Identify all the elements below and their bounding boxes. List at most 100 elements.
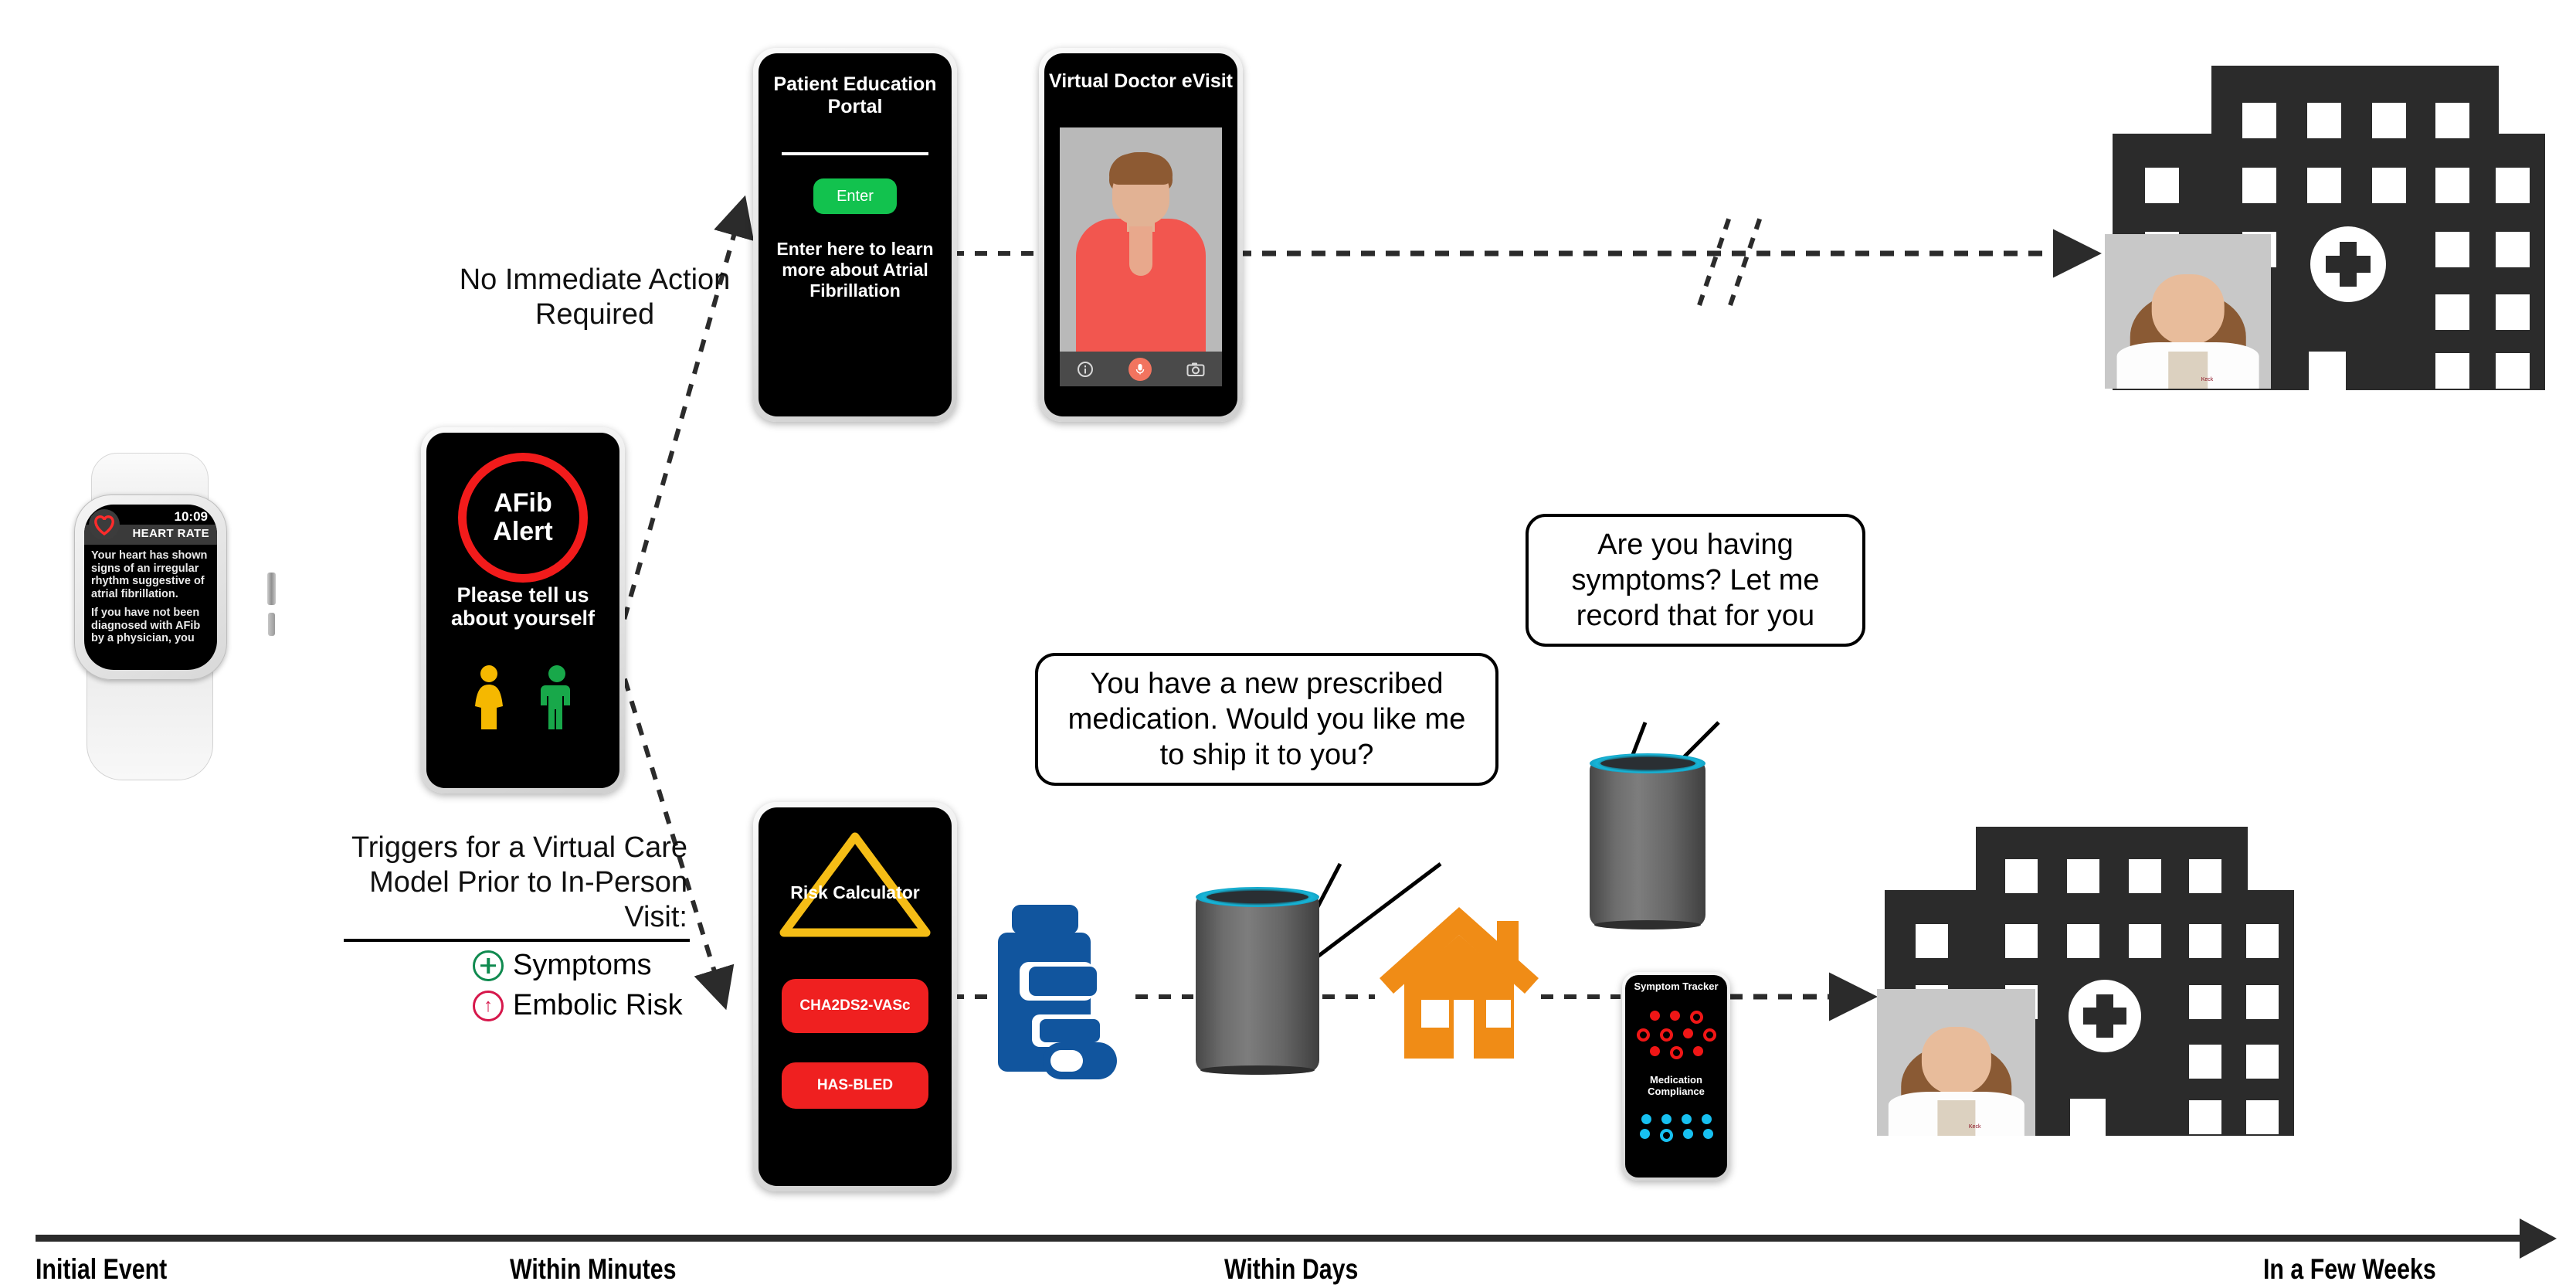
medical-cross-icon	[2069, 980, 2141, 1052]
phone-notch	[820, 807, 890, 820]
phone-notch	[820, 53, 890, 66]
trigger-symptoms-item: Symptoms	[473, 949, 651, 982]
smart-speaker-icon-2	[1590, 753, 1705, 929]
has-bled-button[interactable]: HAS-BLED	[782, 1062, 928, 1109]
warning-triangle-icon: Risk Calculator	[779, 831, 931, 939]
hospital-window	[2307, 168, 2341, 203]
evisit-title: Virtual Doctor eVisit	[1048, 70, 1234, 92]
hospital-window	[2242, 168, 2276, 203]
symptom-dot	[1689, 1011, 1703, 1024]
medication-dot	[1661, 1114, 1672, 1124]
timeline-label-within-days: Within Days	[1224, 1253, 1359, 1285]
hospital-building-icon-bottom: Keck	[1877, 827, 2294, 1136]
hospital-window	[2067, 924, 2099, 958]
watch-message-line-1: Your heart has shown signs of an irregul…	[91, 549, 208, 600]
timeline-label-initial-event: Initial Event	[36, 1253, 168, 1285]
hospital-window	[2129, 859, 2161, 893]
speech-bubble-symptoms: Are you having symptoms? Let me record t…	[1526, 514, 1865, 647]
hospital-window	[2372, 103, 2406, 138]
camera-icon[interactable]	[1186, 362, 1205, 377]
medication-dot	[1639, 1129, 1650, 1139]
dot-row	[1625, 1011, 1727, 1024]
risk-calculator-label: Risk Calculator	[790, 882, 920, 902]
phone-notch	[488, 433, 558, 445]
doctor-portrait-top: Keck	[2105, 234, 2271, 389]
watch-crown-icon[interactable]	[267, 573, 276, 605]
symptom-dot	[1682, 1028, 1693, 1038]
hospital-window	[2496, 168, 2530, 203]
timeline-axis	[36, 1235, 2530, 1242]
watch-message: Your heart has shown signs of an irregul…	[91, 549, 212, 651]
symptom-dot	[1649, 1046, 1660, 1056]
patient-education-portal-phone: Patient Education Portal Enter Enter her…	[753, 48, 957, 422]
watch-message-line-2: If you have not been diagnosed with AFib…	[91, 607, 201, 644]
hospital-entrance	[2309, 352, 2346, 390]
hospital-window	[2189, 985, 2221, 1019]
patient-neckline	[1129, 226, 1152, 276]
hospital-window	[2246, 924, 2279, 958]
male-figure-icon[interactable]	[535, 664, 579, 731]
symptom-dot	[1636, 1028, 1650, 1042]
apple-watch: 10:09 HEART RATE Your heart has shown si…	[31, 453, 276, 780]
watch-time: 10:09	[174, 509, 208, 524]
house-icon	[1380, 907, 1539, 1059]
watch-case: 10:09 HEART RATE Your heart has shown si…	[74, 494, 276, 680]
medication-compliance-title: Medication Compliance	[1648, 1074, 1705, 1097]
hospital-window	[2435, 103, 2469, 138]
symptom-dot	[1692, 1046, 1703, 1056]
hospital-window	[2435, 232, 2469, 267]
watch-side-button[interactable]	[268, 613, 275, 636]
hospital-window	[2246, 985, 2279, 1019]
hospital-window	[2435, 168, 2469, 203]
arrow-afib-to-risk	[616, 656, 735, 1011]
female-figure-icon[interactable]	[467, 664, 511, 731]
symptom-dot	[1702, 1028, 1716, 1042]
symptom-tracker-screen: Symptom Tracker Medication Compliance	[1625, 975, 1727, 1178]
medication-dot	[1701, 1114, 1712, 1124]
symptom-tracker-phone: Symptom Tracker Medication Compliance	[1622, 972, 1730, 1181]
watch-app-label: HEART RATE	[132, 527, 209, 540]
doctor-portrait-bottom: Keck	[1877, 989, 2035, 1136]
speech-bubble-medication: You have a new prescribed medication. Wo…	[1035, 653, 1498, 786]
cha2ds2-vasc-button[interactable]: CHA2DS2-VASc	[782, 979, 928, 1033]
afib-prompt: Please tell us about yourself	[450, 583, 596, 630]
patient-hair-top	[1109, 154, 1173, 185]
plus-circle-icon	[473, 950, 504, 981]
enter-button[interactable]: Enter	[813, 178, 897, 214]
hospital-window	[2246, 1045, 2279, 1079]
hospital-window	[2129, 924, 2161, 958]
medication-dot	[1681, 1114, 1692, 1124]
hospital-window	[2246, 1100, 2279, 1134]
evisit-control-bar	[1060, 352, 1222, 386]
symptom-tracker-title: Symptom Tracker	[1634, 980, 1719, 992]
no-immediate-action-label: No Immediate Action Required	[459, 263, 731, 331]
medication-dot-grid	[1625, 1114, 1727, 1142]
speaker-body	[1196, 893, 1319, 1072]
hospital-window	[2496, 294, 2530, 330]
speaker-top-surface	[1600, 757, 1695, 770]
evisit-video-feed	[1060, 127, 1222, 354]
break-slash-1	[1697, 214, 1733, 306]
break-slash-2	[1728, 214, 1763, 306]
afib-alert-screen: AFib Alert Please tell us about yourself	[426, 433, 619, 788]
microphone-icon[interactable]	[1128, 357, 1152, 381]
hospital-window	[2005, 924, 2038, 958]
hospital-window	[2189, 1045, 2221, 1079]
speaker-base	[1200, 1065, 1315, 1075]
timeline-label-few-weeks: In a Few Weeks	[2263, 1253, 2436, 1285]
speaker-body	[1590, 760, 1705, 927]
symptom-dot	[1649, 1011, 1660, 1021]
info-icon[interactable]	[1077, 361, 1094, 378]
medication-dot	[1682, 1129, 1693, 1139]
hospital-window	[2372, 168, 2406, 203]
hospital-window	[2005, 859, 2038, 893]
speaker-light-ring	[1590, 753, 1705, 773]
risk-calculator-phone: Risk Calculator CHA2DS2-VASc HAS-BLED	[753, 802, 957, 1191]
trigger-symptoms-label: Symptoms	[513, 949, 652, 981]
hospital-window	[2435, 353, 2469, 389]
heart-icon	[89, 509, 120, 540]
medical-cross-icon	[2310, 226, 2386, 302]
afib-alert-text: AFib Alert	[493, 488, 553, 546]
dot-row	[1625, 1028, 1727, 1042]
gender-选择	[426, 664, 619, 731]
